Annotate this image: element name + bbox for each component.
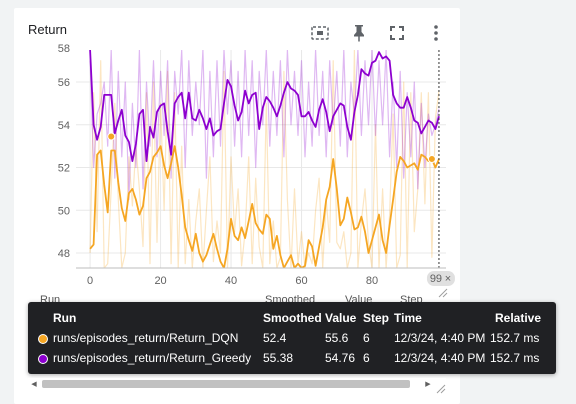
- x-tick-label: 20: [154, 275, 166, 287]
- row-relative: 152.7 ms: [490, 331, 540, 345]
- hover-point-marker: [107, 132, 116, 141]
- series-color-dot: [38, 334, 48, 344]
- x-tick-label: 40: [225, 275, 237, 287]
- row-relative: 152.7 ms: [490, 351, 540, 365]
- y-tick-label: 50: [58, 205, 70, 217]
- row-smoothed: 55.38: [263, 351, 294, 365]
- tooltip-row: runs/episodes_return/Return_Greedy 55.38…: [28, 349, 556, 369]
- header-time: Time: [394, 311, 422, 325]
- header-smoothed: Smoothed: [263, 311, 322, 325]
- y-tick-label: 56: [58, 77, 70, 89]
- row-step: 6: [363, 351, 370, 365]
- horizontal-scrollbar[interactable]: ◀ ▶: [28, 378, 446, 390]
- header-run: Run: [53, 311, 77, 325]
- header-relative: Relative: [495, 311, 542, 325]
- scroll-left-icon[interactable]: ◀: [28, 378, 40, 390]
- scroll-right-icon[interactable]: ▶: [422, 378, 434, 390]
- raw-series-layer: [89, 50, 440, 268]
- step-badge-label: 99: [430, 273, 442, 285]
- row-run: runs/episodes_return/Return_Greedy: [53, 351, 252, 365]
- hover-tooltip: Run Smoothed Value Step Time Relative ru…: [28, 302, 556, 374]
- row-step: 6: [363, 331, 370, 345]
- row-smoothed: 52.4: [263, 331, 287, 345]
- x-tick-label: 0: [87, 275, 93, 287]
- row-time: 12/3/24, 4:40 PM: [394, 351, 486, 365]
- y-tick-label: 52: [58, 163, 70, 175]
- resize-handle-icon[interactable]: [438, 288, 448, 298]
- header-value: Value: [325, 311, 357, 325]
- resize-handle-icon[interactable]: [436, 384, 446, 394]
- series-color-dot: [38, 354, 48, 364]
- row-time: 12/3/24, 4:40 PM: [394, 331, 486, 345]
- x-tick-label: 60: [295, 275, 307, 287]
- x-tick-label: 80: [366, 275, 378, 287]
- tooltip-row: runs/episodes_return/Return_DQN 52.4 55.…: [28, 329, 556, 349]
- tooltip-header-row: Run Smoothed Value Step Time Relative: [28, 309, 556, 329]
- row-value: 55.6: [325, 331, 349, 345]
- row-value: 54.76: [325, 351, 356, 365]
- header-step: Step: [363, 311, 390, 325]
- step-badge-close-icon: ×: [445, 273, 451, 285]
- row-run: runs/episodes_return/Return_DQN: [53, 331, 239, 345]
- hover-point-marker: [427, 155, 436, 163]
- y-tick-label: 54: [58, 120, 70, 132]
- y-tick-label: 58: [58, 43, 70, 55]
- scrollbar-thumb[interactable]: [42, 380, 410, 388]
- y-tick-label: 48: [58, 248, 70, 260]
